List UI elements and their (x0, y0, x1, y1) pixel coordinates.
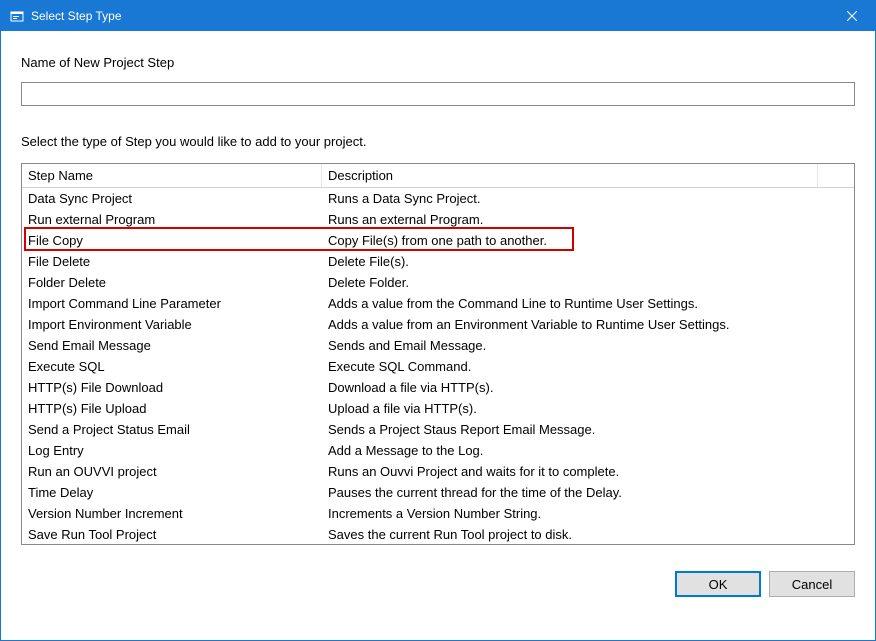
step-type-list: Step Name Description Data Sync ProjectR… (21, 163, 855, 545)
cancel-button[interactable]: Cancel (769, 571, 855, 597)
cell-step-name: Send a Project Status Email (22, 422, 322, 437)
list-row[interactable]: Version Number IncrementIncrements a Ver… (22, 503, 854, 524)
cell-description: Runs a Data Sync Project. (322, 191, 854, 206)
list-row[interactable]: Execute SQLExecute SQL Command. (22, 356, 854, 377)
window-title: Select Step Type (31, 9, 829, 23)
list-row[interactable]: Time DelayPauses the current thread for … (22, 482, 854, 503)
list-row[interactable]: File CopyCopy File(s) from one path to a… (22, 230, 854, 251)
cell-description: Saves the current Run Tool project to di… (322, 527, 854, 542)
cell-step-name: Send Email Message (22, 338, 322, 353)
list-row[interactable]: Import Command Line ParameterAdds a valu… (22, 293, 854, 314)
cell-description: Execute SQL Command. (322, 359, 854, 374)
cell-step-name: File Delete (22, 254, 322, 269)
cell-description: Runs an external Program. (322, 212, 854, 227)
cell-step-name: File Copy (22, 233, 322, 248)
step-name-input[interactable] (21, 82, 855, 106)
cell-step-name: Run external Program (22, 212, 322, 227)
cell-description: Adds a value from the Command Line to Ru… (322, 296, 854, 311)
list-row[interactable]: Log EntryAdd a Message to the Log. (22, 440, 854, 461)
list-row[interactable]: HTTP(s) File UploadUpload a file via HTT… (22, 398, 854, 419)
cell-description: Runs an Ouvvi Project and waits for it t… (322, 464, 854, 479)
cell-step-name: HTTP(s) File Download (22, 380, 322, 395)
list-body: Data Sync ProjectRuns a Data Sync Projec… (22, 188, 854, 545)
close-icon (847, 11, 857, 21)
list-row[interactable]: HTTP(s) File DownloadDownload a file via… (22, 377, 854, 398)
cell-description: Download a file via HTTP(s). (322, 380, 854, 395)
cell-step-name: Folder Delete (22, 275, 322, 290)
list-row[interactable]: Save Run Tool ProjectSaves the current R… (22, 524, 854, 545)
name-label: Name of New Project Step (21, 55, 855, 70)
list-row[interactable]: Run external ProgramRuns an external Pro… (22, 209, 854, 230)
cell-step-name: Time Delay (22, 485, 322, 500)
cell-step-name: Import Command Line Parameter (22, 296, 322, 311)
list-row[interactable]: Data Sync ProjectRuns a Data Sync Projec… (22, 188, 854, 209)
instruction-text: Select the type of Step you would like t… (21, 134, 855, 149)
cell-step-name: Version Number Increment (22, 506, 322, 521)
list-row[interactable]: Folder DeleteDelete Folder. (22, 272, 854, 293)
list-row[interactable]: Send Email MessageSends and Email Messag… (22, 335, 854, 356)
cell-description: Upload a file via HTTP(s). (322, 401, 854, 416)
header-description[interactable]: Description (322, 164, 818, 187)
close-button[interactable] (829, 1, 875, 31)
list-row[interactable]: File DeleteDelete File(s). (22, 251, 854, 272)
cell-description: Pauses the current thread for the time o… (322, 485, 854, 500)
titlebar[interactable]: Select Step Type (1, 1, 875, 31)
cell-step-name: Save Run Tool Project (22, 527, 322, 542)
cell-description: Delete Folder. (322, 275, 854, 290)
cell-step-name: HTTP(s) File Upload (22, 401, 322, 416)
cell-step-name: Data Sync Project (22, 191, 322, 206)
cell-description: Add a Message to the Log. (322, 443, 854, 458)
cell-description: Sends and Email Message. (322, 338, 854, 353)
header-step-name[interactable]: Step Name (22, 164, 322, 187)
cell-description: Copy File(s) from one path to another. (322, 233, 854, 248)
app-icon (9, 8, 25, 24)
list-row[interactable]: Send a Project Status EmailSends a Proje… (22, 419, 854, 440)
cell-step-name: Run an OUVVI project (22, 464, 322, 479)
cell-description: Adds a value from an Environment Variabl… (322, 317, 854, 332)
list-row[interactable]: Run an OUVVI projectRuns an Ouvvi Projec… (22, 461, 854, 482)
cell-description: Increments a Version Number String. (322, 506, 854, 521)
button-row: OK Cancel (1, 557, 875, 597)
cell-step-name: Log Entry (22, 443, 322, 458)
cell-description: Sends a Project Staus Report Email Messa… (322, 422, 854, 437)
dialog-content: Name of New Project Step Select the type… (1, 31, 875, 557)
ok-button[interactable]: OK (675, 571, 761, 597)
cell-step-name: Import Environment Variable (22, 317, 322, 332)
list-header: Step Name Description (22, 164, 854, 188)
cell-step-name: Execute SQL (22, 359, 322, 374)
cell-description: Delete File(s). (322, 254, 854, 269)
list-row[interactable]: Import Environment VariableAdds a value … (22, 314, 854, 335)
